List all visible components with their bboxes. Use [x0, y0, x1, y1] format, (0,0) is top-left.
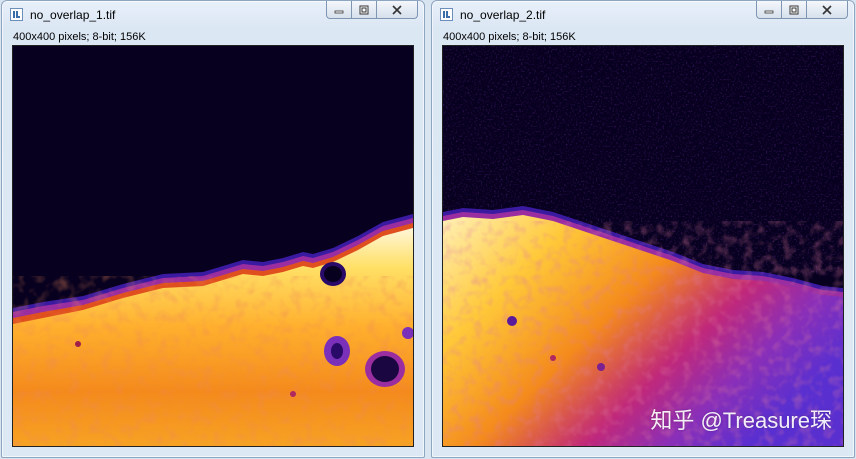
minimize-button[interactable]	[756, 1, 782, 19]
imagej-window-icon	[440, 8, 453, 21]
minimize-button[interactable]	[326, 1, 352, 19]
close-icon	[822, 4, 832, 15]
image-window-2[interactable]: no_overlap_2.tif 400x400 pixels; 8-bit; …	[431, 0, 855, 458]
minimize-icon	[764, 10, 774, 13]
image-window-1[interactable]: no_overlap_1.tif 400x400 pixels; 8-bit; …	[1, 0, 425, 458]
fire-lut-image	[443, 46, 843, 446]
image-canvas[interactable]	[12, 45, 414, 447]
fire-lut-image	[13, 46, 413, 446]
watermark-text: 知乎 @Treasure琛	[650, 408, 832, 433]
close-button[interactable]	[806, 1, 848, 19]
restore-button[interactable]	[781, 1, 807, 19]
image-info-text: 400x400 pixels; 8-bit; 156K	[13, 31, 146, 43]
imagej-window-icon	[10, 8, 23, 21]
image-canvas[interactable]	[442, 45, 844, 447]
window-title: no_overlap_1.tif	[30, 8, 116, 22]
title-bar[interactable]: no_overlap_2.tif	[432, 1, 854, 28]
restore-button[interactable]	[351, 1, 377, 19]
image-info-text: 400x400 pixels; 8-bit; 156K	[443, 31, 576, 43]
title-bar[interactable]: no_overlap_1.tif	[2, 1, 424, 28]
close-button[interactable]	[376, 1, 418, 19]
restore-icon	[789, 5, 799, 14]
close-icon	[392, 4, 402, 15]
minimize-icon	[334, 10, 344, 13]
window-title: no_overlap_2.tif	[460, 8, 546, 22]
restore-icon	[359, 5, 369, 14]
